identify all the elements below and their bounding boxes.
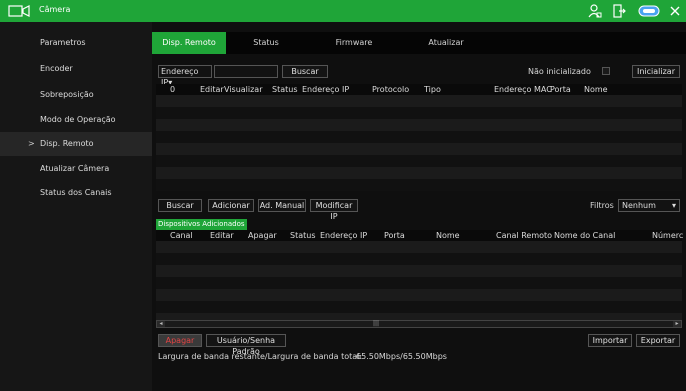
modify-ip-button[interactable]: Modificar IP (310, 199, 358, 221)
table-header: Canal Editar Apagar Status Endereço IP P… (156, 230, 684, 241)
filter-label: Filtros (590, 201, 614, 210)
header-editar: Editar (200, 85, 224, 94)
window-title: Câmera (39, 5, 71, 14)
table-row[interactable] (156, 131, 682, 143)
header-apagar: Apagar (248, 231, 277, 240)
header-nome-canal: Nome do Canal (554, 231, 616, 240)
tab-firmware[interactable]: Firmware (318, 32, 390, 54)
table-row[interactable] (156, 253, 682, 265)
header-endereco-ip: Endereço IP (320, 231, 368, 240)
added-devices-table: Canal Editar Apagar Status Endereço IP P… (156, 230, 684, 330)
sidebar-item-label: Modo de Operação (40, 115, 116, 124)
close-icon[interactable] (668, 3, 682, 19)
search-input[interactable] (214, 65, 278, 78)
device-table: 0 Editar Visualizar Status Endereço IP P… (156, 84, 682, 252)
sidebar-item-status-canais[interactable]: Status dos Canais (0, 181, 152, 205)
table-row[interactable] (156, 167, 682, 179)
header-endereco-mac: Endereço MAC (494, 85, 552, 94)
sidebar-item-sobreposicao[interactable]: Sobreposição (0, 83, 152, 107)
main-panel: Disp. Remoto Status Firmware Atualizar E… (152, 22, 686, 391)
camera-icon (8, 5, 30, 17)
sidebar-item-label: Sobreposição (40, 90, 94, 99)
user-icon[interactable] (588, 3, 602, 19)
header-numero: Númerc (652, 231, 684, 240)
filter-select[interactable]: Endereço IP▾ (158, 65, 212, 87)
sidebar-item-encoder[interactable]: Encoder (0, 57, 152, 81)
table-row[interactable] (156, 95, 682, 107)
header-editar: Editar (210, 231, 234, 240)
default-user-password-button[interactable]: Usuário/Senha Padrão (206, 334, 286, 356)
bandwidth-value: 65.50Mbps/65.50Mbps (356, 352, 447, 361)
horizontal-scrollbar[interactable]: ◂ ||| ▸ (156, 320, 682, 328)
header-canal: Canal (170, 231, 193, 240)
table-row[interactable] (156, 241, 682, 253)
logout-icon[interactable] (612, 3, 626, 19)
manual-add-button[interactable]: Ad. Manual (258, 199, 306, 212)
sidebar-item-label: Encoder (40, 64, 73, 73)
added-devices-header: Dispositivos Adicionados (156, 219, 247, 230)
table-row[interactable] (156, 277, 682, 289)
initialize-button[interactable]: Inicializar (632, 65, 680, 78)
header-protocolo: Protocolo (372, 85, 410, 94)
sidebar-item-label: Status dos Canais (40, 188, 112, 197)
filter-dropdown[interactable]: Nenhum ▾ (618, 199, 680, 212)
sidebar: Parametros Encoder Sobreposição Modo de … (0, 22, 152, 391)
tab-bar: Disp. Remoto Status Firmware Atualizar (152, 32, 686, 54)
sidebar-item-disp-remoto[interactable]: > Disp. Remoto (0, 132, 152, 156)
header-porta: Porta (550, 85, 571, 94)
scroll-left-icon[interactable]: ◂ (157, 321, 165, 327)
delete-button[interactable]: Apagar (158, 334, 202, 347)
header-nome: Nome (584, 85, 608, 94)
sidebar-item-modo-operacao[interactable]: Modo de Operação (0, 108, 152, 132)
header-status: Status (272, 85, 298, 94)
sidebar-item-label: Parametros (40, 38, 86, 47)
header-select-all[interactable]: 0 (170, 85, 175, 94)
table-row[interactable] (156, 107, 682, 119)
import-button[interactable]: Importar (588, 334, 632, 347)
uninitialized-label: Não inicializado (528, 67, 591, 76)
sidebar-item-atualizar-camera[interactable]: Atualizar Câmera (0, 157, 152, 181)
chevron-down-icon: ▾ (671, 201, 676, 210)
table-row[interactable] (156, 155, 682, 167)
table-row[interactable] (156, 143, 682, 155)
table-row[interactable] (156, 119, 682, 131)
header-status: Status (290, 231, 316, 240)
header-visualizar: Visualizar (224, 85, 263, 94)
title-bar: Câmera (0, 0, 686, 22)
table-header: 0 Editar Visualizar Status Endereço IP P… (156, 84, 682, 95)
tab-atualizar[interactable]: Atualizar (404, 32, 488, 54)
tab-disp-remoto[interactable]: Disp. Remoto (152, 32, 226, 54)
tab-status[interactable]: Status (230, 32, 302, 54)
bandwidth-label: Largura de banda restante/Largura de ban… (158, 352, 363, 361)
header-endereco-ip: Endereço IP (302, 85, 350, 94)
table-row[interactable] (156, 289, 682, 301)
header-nome: Nome (436, 231, 460, 240)
chevron-right-icon: > (28, 139, 35, 148)
table-row[interactable] (156, 179, 682, 191)
sidebar-item-label: Disp. Remoto (40, 139, 94, 148)
header-porta: Porta (384, 231, 405, 240)
header-canal-remoto: Canal Remoto (496, 231, 553, 240)
sidebar-item-label: Atualizar Câmera (40, 164, 110, 173)
search-button[interactable]: Buscar (282, 65, 328, 78)
buscar-button[interactable]: Buscar (158, 199, 202, 212)
sidebar-item-parametros[interactable]: Parametros (0, 31, 152, 55)
filter-dropdown-value: Nenhum (622, 201, 656, 210)
uninitialized-checkbox[interactable] (602, 67, 610, 75)
export-button[interactable]: Exportar (636, 334, 680, 347)
add-button[interactable]: Adicionar (208, 199, 254, 212)
header-tipo: Tipo (424, 85, 441, 94)
toggle-icon[interactable] (638, 3, 660, 19)
scroll-thumb-grip[interactable]: ||| (373, 320, 379, 327)
table-row[interactable] (156, 301, 682, 313)
scroll-right-icon[interactable]: ▸ (673, 321, 681, 327)
table-row[interactable] (156, 265, 682, 277)
